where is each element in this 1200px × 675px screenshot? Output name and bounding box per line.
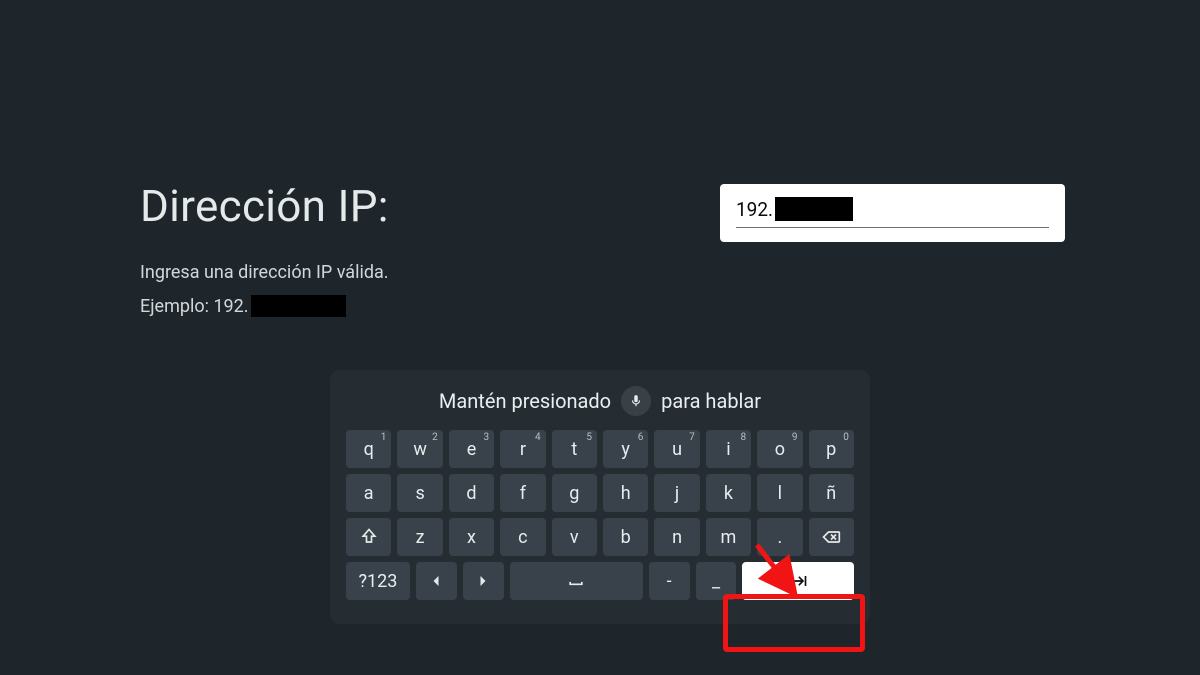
keyboard-row-4: ?123 - _ — [346, 562, 854, 600]
key-v[interactable]: v — [552, 518, 597, 556]
ip-input[interactable]: 192. — [720, 184, 1065, 242]
key-r[interactable]: r — [500, 430, 545, 468]
key-e[interactable]: e — [449, 430, 494, 468]
key-b[interactable]: b — [603, 518, 648, 556]
key-o[interactable]: o — [757, 430, 802, 468]
key-i[interactable]: i — [706, 430, 751, 468]
hint-text: Ingresa una dirección IP válida. — [140, 262, 389, 283]
key-period[interactable]: . — [757, 518, 802, 556]
keyboard-row-2: asdfghjklñ — [346, 474, 854, 512]
key-hyphen[interactable]: - — [649, 562, 690, 600]
onscreen-keyboard: Mantén presionado para hablar qwertyuiop… — [330, 370, 870, 624]
numbers-key[interactable]: ?123 — [346, 562, 410, 600]
ip-input-visible-prefix: 192. — [736, 198, 773, 221]
key-h[interactable]: h — [603, 474, 648, 512]
key-x[interactable]: x — [449, 518, 494, 556]
cursor-right-key[interactable] — [463, 562, 504, 600]
key-t[interactable]: t — [552, 430, 597, 468]
key-s[interactable]: s — [397, 474, 442, 512]
key-underscore[interactable]: _ — [696, 562, 737, 600]
backspace-key[interactable] — [809, 518, 854, 556]
key-j[interactable]: j — [654, 474, 699, 512]
redacted-example — [251, 295, 346, 317]
key-n[interactable]: n — [654, 518, 699, 556]
keyboard-row-1: qwertyuiop — [346, 430, 854, 468]
key-u[interactable]: u — [654, 430, 699, 468]
key-y[interactable]: y — [603, 430, 648, 468]
voice-hint: Mantén presionado para hablar — [346, 386, 854, 416]
key-g[interactable]: g — [552, 474, 597, 512]
key-q[interactable]: q — [346, 430, 391, 468]
cursor-left-key[interactable] — [416, 562, 457, 600]
enter-key[interactable] — [742, 562, 854, 600]
page-title: Dirección IP: — [140, 180, 389, 232]
key-a[interactable]: a — [346, 474, 391, 512]
space-key[interactable] — [510, 562, 643, 600]
key-p[interactable]: p — [809, 430, 854, 468]
mic-icon[interactable] — [621, 386, 651, 416]
example-prefix: Ejemplo: 192. — [140, 296, 249, 317]
voice-hint-after: para hablar — [661, 389, 761, 413]
key-d[interactable]: d — [449, 474, 494, 512]
shift-key[interactable] — [346, 518, 391, 556]
key-f[interactable]: f — [500, 474, 545, 512]
redacted-input — [775, 197, 853, 221]
key-k[interactable]: k — [706, 474, 751, 512]
voice-hint-before: Mantén presionado — [439, 389, 611, 413]
key-c[interactable]: c — [500, 518, 545, 556]
key-m[interactable]: m — [706, 518, 751, 556]
key-w[interactable]: w — [397, 430, 442, 468]
key-ñ[interactable]: ñ — [809, 474, 854, 512]
input-underline — [736, 227, 1049, 228]
key-l[interactable]: l — [757, 474, 802, 512]
ip-input-value: 192. — [736, 197, 853, 221]
example-text: Ejemplo: 192. — [140, 295, 346, 317]
keyboard-row-3: zxcvbnm . — [346, 518, 854, 556]
key-z[interactable]: z — [397, 518, 442, 556]
